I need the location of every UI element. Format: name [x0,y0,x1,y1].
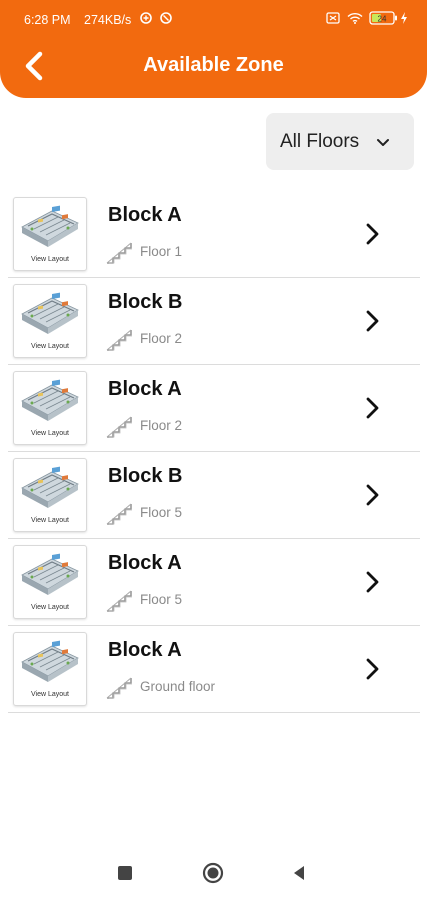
stairs-icon [105,587,135,618]
block-name: Block A [108,552,182,574]
system-back-button[interactable] [292,865,306,881]
layout-thumbnail[interactable]: View Layout [13,632,87,706]
view-layout-label: View Layout [30,517,69,524]
charging-icon [400,12,408,27]
svg-text:24: 24 [378,15,387,24]
home-button[interactable] [202,862,224,884]
view-layout-label: View Layout [30,604,69,611]
layout-thumbnail[interactable]: View Layout [13,284,87,358]
zone-row[interactable]: View Layout Block A Floor 5 [8,539,420,626]
wifi-icon [347,12,363,27]
floor-plan-icon [21,292,79,334]
layout-thumbnail[interactable]: View Layout [13,371,87,445]
sim-icon [326,12,340,27]
chevron-right-icon [364,309,380,338]
view-layout-label: View Layout [30,343,69,350]
home-circle-icon [202,862,224,884]
floor-filter-label: All Floors [280,131,360,152]
layout-thumbnail[interactable]: View Layout [13,458,87,532]
layout-thumbnail[interactable]: View Layout [13,545,87,619]
chevron-right-icon [364,483,380,512]
status-time: 6:28 PM [24,13,71,27]
chevron-right-icon [364,222,380,251]
floor-plan-icon [21,205,79,247]
view-layout-label: View Layout [30,430,69,437]
zone-list: View Layout Block A Floor 1 View Layout … [8,191,420,713]
floor-name: Floor 5 [140,592,183,607]
block-name: Block A [108,639,182,661]
zone-row[interactable]: View Layout Block B Floor 2 [8,278,420,365]
view-layout-label: View Layout [30,256,69,263]
battery-icon: 24 [369,11,399,28]
chevron-down-icon [376,135,390,153]
triangle-back-icon [294,866,304,880]
floor-name: Floor 2 [140,418,183,433]
stairs-icon [105,500,135,531]
layout-thumbnail[interactable]: View Layout [13,197,87,271]
page-title: Available Zone [143,54,284,76]
chevron-right-icon [364,396,380,425]
floor-name: Floor 1 [140,244,183,259]
zone-row[interactable]: View Layout Block A Floor 2 [8,365,420,452]
floor-name: Floor 2 [140,331,183,346]
chevron-right-icon [364,657,380,686]
stairs-icon [105,413,135,444]
stairs-icon [105,326,135,357]
recent-apps-button[interactable] [118,866,132,880]
block-name: Block A [108,204,182,226]
zone-row[interactable]: View Layout Block A Ground floor [8,626,420,713]
zone-row[interactable]: View Layout Block A Floor 1 [8,191,420,278]
block-name: Block B [108,465,183,487]
chevron-right-icon [364,570,380,599]
status-bar: 6:28 PM 274KB/s 24 [0,0,427,40]
stairs-icon [105,674,135,705]
block-name: Block A [108,378,182,400]
floor-plan-icon [21,466,79,508]
notification-icon [160,12,172,27]
floor-plan-icon [21,553,79,595]
app-header: 6:28 PM 274KB/s 24 Available Zone [0,0,427,98]
notification-icon [140,12,152,27]
status-network-speed: 274KB/s [84,13,132,27]
view-layout-label: View Layout [30,691,69,698]
system-nav-bar [0,850,427,900]
block-name: Block B [108,291,183,313]
floor-filter-dropdown[interactable]: All Floors [266,113,414,170]
floor-name: Floor 5 [140,505,183,520]
stairs-icon [105,239,135,270]
floor-plan-icon [21,379,79,421]
floor-name: Ground floor [140,679,216,694]
zone-row[interactable]: View Layout Block B Floor 5 [8,452,420,539]
floor-plan-icon [21,640,79,682]
